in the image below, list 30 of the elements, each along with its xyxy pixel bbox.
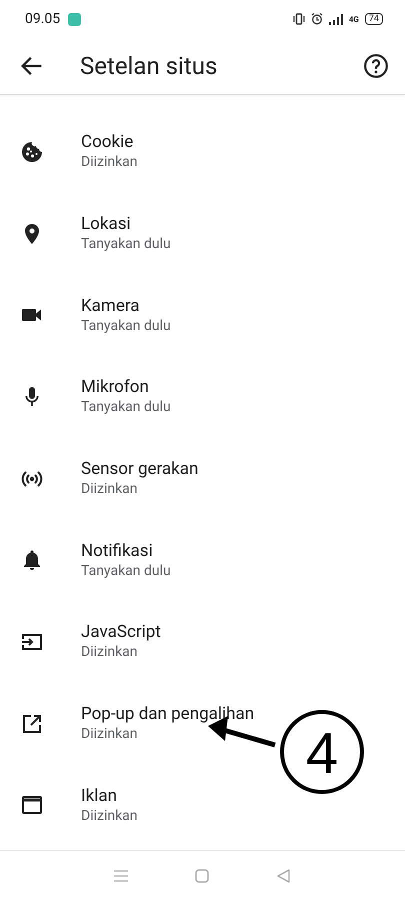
setting-status: Tanyakan dulu bbox=[81, 398, 171, 418]
home-icon[interactable] bbox=[193, 866, 212, 884]
network-type: 4G bbox=[348, 14, 359, 24]
setting-status: Diizinkan bbox=[81, 643, 139, 662]
setting-title[interactable]: Lokasi bbox=[81, 213, 171, 236]
setting-title[interactable]: Notifikasi bbox=[81, 540, 171, 562]
setting-status: Diizinkan bbox=[81, 480, 139, 500]
vibrate-icon bbox=[292, 13, 305, 25]
setting-status: Diizinkan bbox=[81, 725, 139, 744]
clock-time: 09.05 bbox=[25, 11, 60, 27]
alarm-icon bbox=[310, 13, 323, 25]
setting-title[interactable]: Sensor gerakan bbox=[81, 458, 198, 480]
setting-title[interactable]: Iklan bbox=[81, 784, 138, 807]
setting-status: Tanyakan dulu bbox=[81, 316, 171, 336]
setting-title[interactable]: Pop-up dan pengalihan bbox=[81, 703, 254, 726]
app-notification-icon bbox=[68, 12, 82, 26]
battery-level: 74 bbox=[364, 13, 383, 25]
page-title: Setelan situs bbox=[80, 52, 218, 80]
setting-status: Diizinkan bbox=[81, 153, 138, 172]
setting-title[interactable]: Kamera bbox=[81, 294, 171, 317]
setting-title[interactable]: Mikrofon bbox=[81, 376, 171, 398]
signal-icon bbox=[328, 14, 343, 24]
setting-status: Tanyakan dulu bbox=[81, 562, 171, 581]
setting-title[interactable]: Cookie bbox=[81, 131, 138, 154]
setting-title[interactable]: JavaScript bbox=[81, 621, 161, 644]
help-icon[interactable] bbox=[363, 53, 389, 79]
cookie-icon bbox=[20, 140, 44, 164]
setting-status: Diizinkan bbox=[81, 806, 138, 826]
setting-status: Tanyakan dulu bbox=[81, 235, 171, 254]
annotation-number: 4 bbox=[306, 721, 338, 786]
